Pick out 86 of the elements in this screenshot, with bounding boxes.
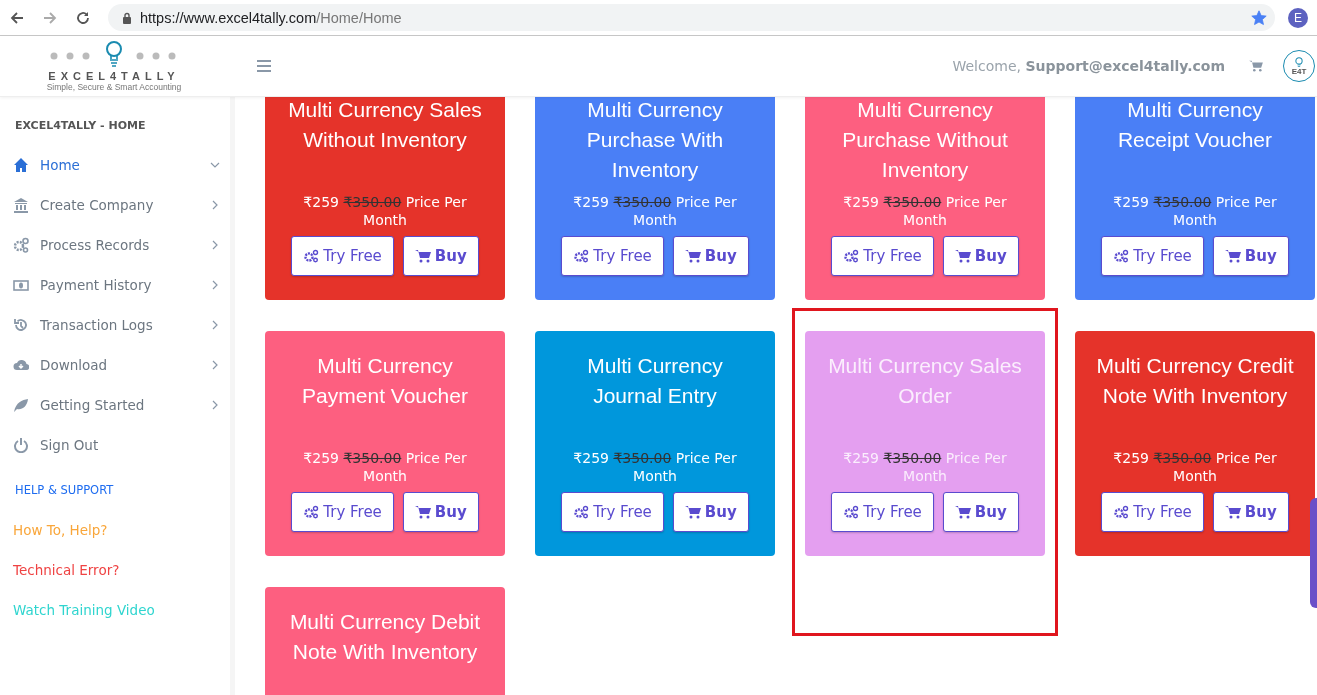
try-free-button[interactable]: Try Free [1101, 492, 1204, 532]
sidebar-item[interactable]: Payment History [0, 265, 230, 305]
gears-icon [1113, 505, 1130, 519]
gears-icon [573, 505, 590, 519]
star-icon[interactable] [1251, 9, 1267, 26]
sidebar-heading: EXCEL4TALLY - HOME [14, 118, 147, 134]
cart-icon [414, 505, 431, 519]
sidebar-item[interactable]: Home [0, 145, 230, 185]
card-title: Multi Currency Payment Voucher [301, 353, 469, 409]
card-title: Multi Currency Purchase With Inventory [585, 97, 725, 183]
buy-button[interactable]: Buy [402, 492, 479, 532]
price-text: ₹259 ₹350.00 Price Per Month [572, 449, 738, 485]
back-icon[interactable] [9, 9, 25, 26]
cloud-download-icon [13, 357, 29, 373]
try-free-button[interactable]: Try Free [561, 492, 664, 532]
brand-name: EXCEL4TALLY [48, 70, 180, 82]
card-title: Multi Currency Receipt Voucher [1116, 97, 1274, 153]
welcome-text: Welcome, Support@excel4tally.com [952, 58, 1225, 74]
buy-button[interactable]: Buy [942, 492, 1019, 532]
sidebar-item[interactable]: Sign Out [0, 425, 230, 465]
buy-button[interactable]: Buy [672, 236, 749, 276]
sidebar-item[interactable]: Create Company [0, 185, 230, 225]
card-title: Multi Currency Purchase Without Inventory [841, 97, 1009, 183]
price-text: ₹259 ₹350.00 Price Per Month [572, 193, 738, 229]
cart-icon [954, 505, 971, 519]
try-free-button[interactable]: Try Free [831, 492, 934, 532]
reload-icon[interactable] [75, 9, 91, 26]
help-link[interactable]: Technical Error? [0, 550, 230, 590]
chevron-icon [210, 360, 220, 370]
buy-button[interactable]: Buy [402, 236, 479, 276]
chevron-icon [210, 280, 220, 290]
cart-icon [1224, 249, 1241, 263]
buy-button[interactable]: Buy [672, 492, 749, 532]
chevron-icon [210, 160, 220, 170]
cart-icon [414, 249, 431, 263]
profile-avatar[interactable]: E [1288, 7, 1308, 28]
address-bar[interactable]: https://www.excel4tally.com/Home/Home [108, 4, 1275, 31]
price-text: ₹259 ₹350.00 Price Per Month [302, 449, 468, 485]
gears-icon [1113, 249, 1130, 263]
gears-icon [303, 505, 320, 519]
price-text: ₹259 ₹350.00 Price Per Month [842, 449, 1008, 485]
buy-button[interactable]: Buy [942, 236, 1019, 276]
support-heading: HELP & SUPPORT [14, 482, 115, 499]
lock-icon [122, 11, 132, 24]
menu-icon[interactable] [257, 60, 271, 72]
cart-icon [954, 249, 971, 263]
gears-icon [303, 249, 320, 263]
price-text: ₹259 ₹350.00 Price Per Month [1112, 449, 1278, 485]
card-title: Multi Currency Journal Entry [586, 353, 724, 409]
power-icon [13, 437, 29, 453]
sidebar-item[interactable]: Transaction Logs [0, 305, 230, 345]
buy-button[interactable]: Buy [1212, 492, 1289, 532]
chevron-icon [210, 320, 220, 330]
history-icon [13, 317, 29, 333]
cart-icon[interactable] [1249, 60, 1263, 72]
leaf-icon [13, 397, 29, 413]
home-icon [13, 157, 29, 173]
gears-icon [13, 237, 29, 253]
sidebar-item[interactable]: Getting Started [0, 385, 230, 425]
chevron-icon [210, 400, 220, 410]
tagline: Simple, Secure & Smart Accounting [46, 82, 182, 92]
sidebar-item[interactable]: Download [0, 345, 230, 385]
card-title: Multi Currency Sales Order [827, 353, 1023, 409]
try-free-button[interactable]: Try Free [561, 236, 664, 276]
cart-icon [684, 505, 701, 519]
cart-icon [684, 249, 701, 263]
price-text: ₹259 ₹350.00 Price Per Month [842, 193, 1008, 229]
card-title: Multi Currency Credit Note With Inventory [1095, 353, 1295, 409]
card-title: Multi Currency Sales Without Inventory [287, 97, 483, 153]
try-free-button[interactable]: Try Free [291, 236, 394, 276]
sidebar-item[interactable]: Process Records [0, 225, 230, 265]
try-free-button[interactable]: Try Free [1101, 236, 1204, 276]
price-text: ₹259 ₹350.00 Price Per Month [302, 193, 468, 229]
gears-icon [843, 249, 860, 263]
try-free-button[interactable]: Try Free [831, 236, 934, 276]
banknote-icon [13, 277, 29, 293]
gears-icon [573, 249, 590, 263]
card-title: Multi Currency Debit Note With Inventory [288, 609, 482, 665]
chevron-icon [210, 200, 220, 210]
cart-icon [1224, 505, 1241, 519]
chevron-icon [210, 240, 220, 250]
gears-icon [843, 505, 860, 519]
bank-icon [13, 197, 29, 213]
buy-button[interactable]: Buy [1212, 236, 1289, 276]
price-text: ₹259 ₹350.00 Price Per Month [1112, 193, 1278, 229]
try-free-button[interactable]: Try Free [291, 492, 394, 532]
